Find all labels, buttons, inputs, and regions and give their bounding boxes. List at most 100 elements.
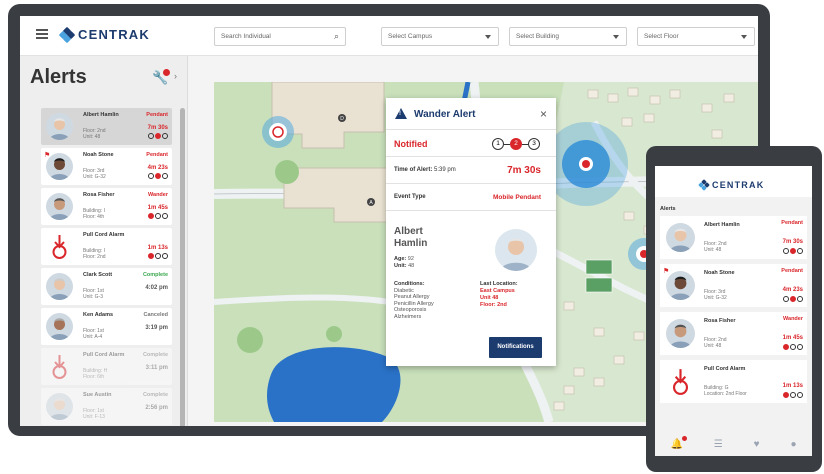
alert-card[interactable]: Ken Adams Floor: 1st Unit: A-4 Canceled 3:19… [41, 308, 172, 345]
alert-time: 1m 45s [147, 205, 168, 211]
status-row: Notified 1 2 3 [386, 130, 556, 157]
building-select-label: Select Building [516, 33, 559, 40]
alert-steps [148, 253, 168, 259]
campus-select[interactable]: Select Campus [381, 27, 499, 46]
resident-last-name: Hamlin [394, 238, 428, 249]
alert-name: Pull Cord Alarm [704, 366, 746, 372]
building-select[interactable]: Select Building [509, 27, 627, 46]
chevron-down-icon [613, 35, 619, 39]
alert-time: 4:02 pm [145, 285, 168, 291]
alert-location: Floor: 2nd Unit: 48 [83, 128, 106, 140]
alert-card[interactable]: Rosa Fisher Building: I Floor: 4th Wander 1m… [41, 188, 172, 225]
event-type-label: Event Type [394, 194, 426, 200]
phone-alert-card[interactable]: ⚑ Noah Stone Floor: 3rd Unit: G-32 Pendant 4m… [660, 264, 807, 307]
avatar [46, 193, 73, 220]
centrak-logo-mark-icon [58, 26, 76, 43]
avatar [46, 393, 73, 420]
scene: CENTRAK Search Individual ⌕ Select Campu… [0, 0, 824, 474]
phone-alert-card[interactable]: Pull Cord Alarm Building: G Location: 2nd … [660, 360, 807, 403]
alert-location: Building: I Floor: 4th [83, 208, 105, 220]
alert-name: Noah Stone [83, 152, 114, 158]
alert-time: 3:19 pm [145, 325, 168, 331]
person-icon[interactable]: ● [790, 439, 796, 450]
search-input[interactable]: Search Individual ⌕ [214, 27, 346, 46]
alert-name: Clark Scott [83, 272, 113, 278]
phone-alert-card[interactable]: Albert Hamlin Floor: 2nd Unit: 48 Pendant 7m… [660, 216, 807, 259]
alert-steps [783, 392, 803, 398]
heart-icon[interactable]: ♥ [754, 439, 760, 450]
chevron-down-icon [485, 35, 491, 39]
alert-status: Wander [783, 316, 803, 322]
resident-unit: 48 [408, 263, 415, 269]
alert-location: Floor: 1st Unit: F-13 [83, 408, 105, 420]
alert-status: Complete [142, 392, 168, 398]
alert-card[interactable]: Sue Austin Floor: 1st Unit: F-13 Complete 2:… [41, 388, 172, 425]
alert-name: Sue Austin [83, 392, 112, 398]
flag-icon: ⚑ [663, 268, 670, 275]
centrak-logo: CENTRAK [58, 26, 150, 43]
page-title: Alerts [30, 66, 87, 88]
alert-card[interactable]: Albert Hamlin Floor: 2nd Unit: 48 Pendant 7m… [41, 108, 172, 145]
alert-status: Pendant [781, 220, 803, 226]
close-icon[interactable]: × [540, 107, 547, 121]
flag-icon: ⚑ [44, 152, 51, 159]
alert-location: Floor: 1st Unit: G-3 [83, 288, 104, 300]
alert-time: 7m 30s [147, 125, 168, 131]
alert-card[interactable]: Pull Cord Alarm Building: I Floor: 2nd 1m 1… [41, 228, 172, 265]
alert-status: Pendant [781, 268, 803, 274]
floor-select[interactable]: Select Floor [637, 27, 755, 46]
notifications-button[interactable]: Notifications [489, 337, 542, 358]
resident-info: Age: 92 Unit: 48 [394, 256, 415, 269]
alert-steps [783, 296, 803, 302]
alert-time: 1m 13s [147, 245, 168, 251]
phone-alert-card[interactable]: Rosa Fisher Floor: 2nd Unit: 48 Wander 1m 45… [660, 312, 807, 355]
alert-time: 2:56 pm [145, 405, 168, 411]
centrak-logo-mark-icon [698, 179, 710, 191]
elapsed-time: 7m 30s [507, 165, 541, 176]
alert-card[interactable]: Clark Scott Floor: 1st Unit: G-3 Complete 4:… [41, 268, 172, 305]
logo-text: CENTRAK [712, 180, 765, 190]
alert-name: Ken Adams [83, 312, 114, 318]
event-type-value: Mobile Pendant [492, 194, 541, 201]
svg-text:D: D [340, 116, 344, 122]
list-icon[interactable]: ☰ [714, 439, 723, 450]
chevron-right-icon[interactable]: › [174, 71, 177, 81]
logo-text: CENTRAK [78, 27, 150, 42]
alert-name: Noah Stone [704, 270, 735, 276]
phone-bottom-nav: 🔔 ☰ ♥ ● [655, 432, 812, 456]
alert-time: 4m 23s [782, 287, 803, 293]
phone-device: CENTRAK Alerts Albert Hamlin Floor: 2nd Un… [646, 146, 822, 472]
alert-name: Rosa Fisher [704, 318, 736, 324]
progress-steps: 1 2 3 [492, 138, 540, 150]
search-icon[interactable]: ⌕ [334, 31, 339, 42]
avatar [46, 273, 73, 300]
phone-header: CENTRAK [655, 166, 812, 197]
avatar [46, 113, 73, 140]
alert-card[interactable]: Pull Cord Alarm Building: H Floor: 6th Comp… [41, 348, 172, 385]
floor-select-label: Select Floor [644, 33, 679, 40]
alert-time: 1m 13s [782, 383, 803, 389]
conditions-list: Conditions: Diabetic Peanut Allergy Peni… [394, 281, 434, 320]
chevron-down-icon [741, 35, 747, 39]
alert-name: Albert Hamlin [704, 222, 740, 228]
alert-location: Floor: 2nd Unit: 48 [704, 337, 727, 349]
bell-icon[interactable]: 🔔 [670, 435, 687, 450]
top-bar: CENTRAK Search Individual ⌕ Select Campu… [20, 16, 758, 56]
warning-icon: ! [395, 108, 407, 119]
resident-first-name: Albert [394, 226, 423, 237]
alert-steps [148, 173, 168, 179]
avatar [46, 313, 73, 340]
resident-photo [495, 229, 537, 271]
pull-cord-icon [46, 353, 73, 380]
alert-location: Floor: 2nd Unit: 48 [704, 241, 727, 253]
scrollbar[interactable] [180, 108, 185, 426]
time-of-alert-value: 5:39 pm [434, 167, 456, 173]
hamburger-menu-icon[interactable] [36, 29, 48, 39]
alert-steps [148, 213, 168, 219]
alert-time: 1m 45s [782, 335, 803, 341]
notification-badge [681, 435, 687, 441]
step-1: 1 [492, 138, 504, 150]
alert-name: Rosa Fisher [83, 192, 115, 198]
alert-card[interactable]: ⚑ Noah Stone Floor: 3rd Unit: G-32 Pendant 4m… [41, 148, 172, 185]
alert-status: Complete [142, 272, 168, 278]
